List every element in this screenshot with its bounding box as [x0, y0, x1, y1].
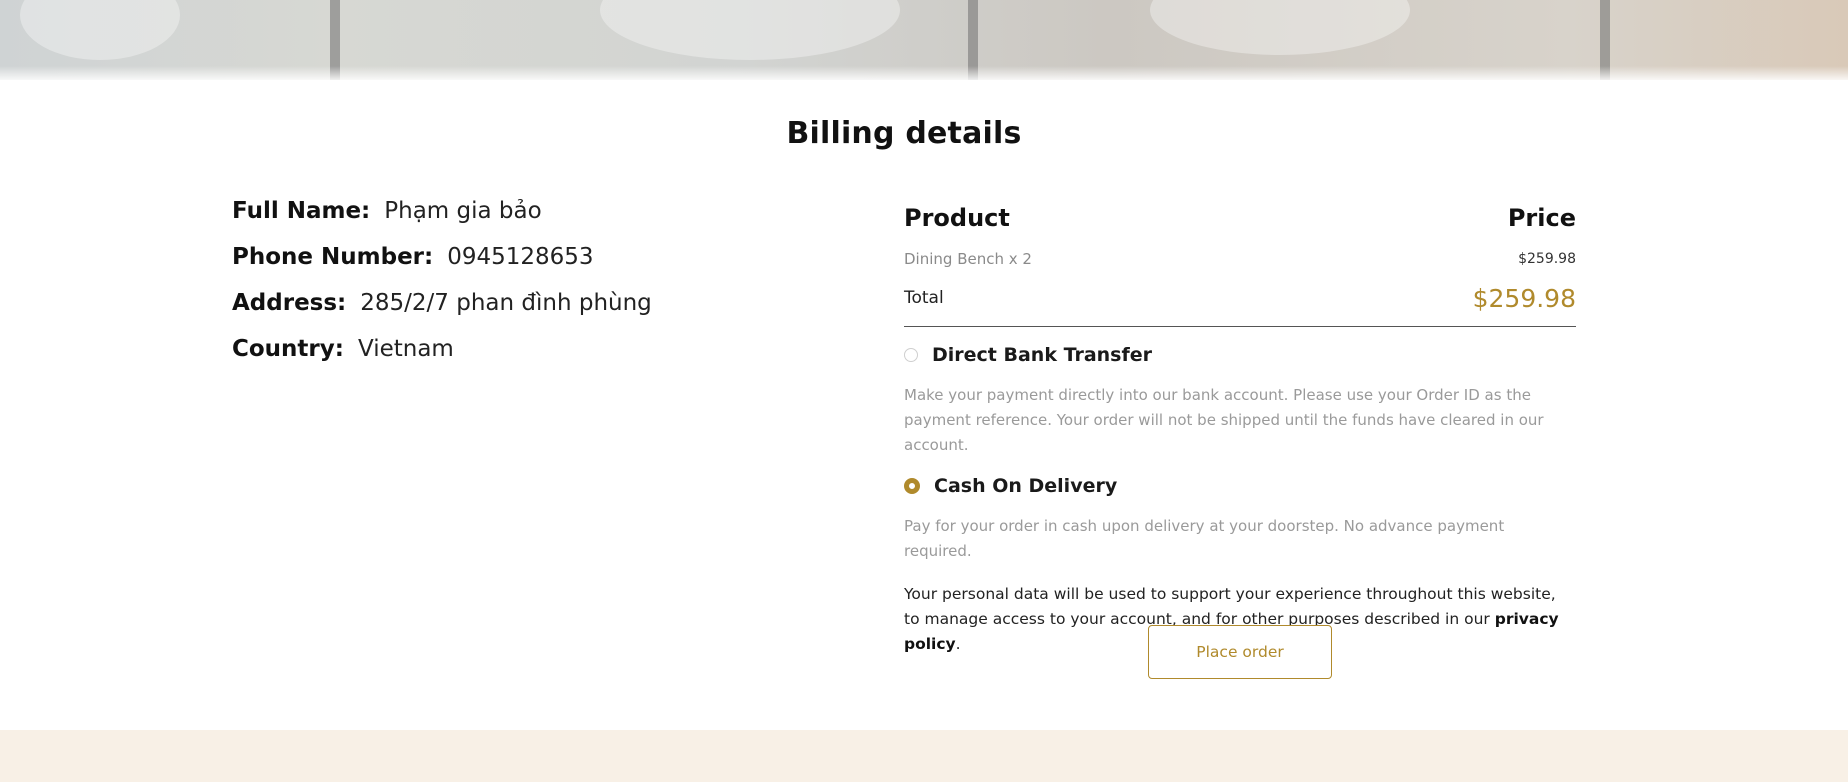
country-row: Country: Vietnam [232, 336, 832, 382]
full-name-label: Full Name: [232, 198, 371, 224]
order-item-row: Dining Bench x 2 $259.98 [904, 248, 1576, 270]
cash-on-delivery-radio[interactable] [904, 478, 920, 494]
page-title: Billing details [786, 116, 1022, 151]
product-column-header: Product [904, 204, 1010, 232]
order-total-row: Total $259.98 [904, 280, 1576, 327]
order-item-price: $259.98 [1518, 251, 1576, 267]
bank-transfer-label[interactable]: Direct Bank Transfer [932, 344, 1152, 366]
payment-option-bank-transfer[interactable]: Direct Bank Transfer [904, 341, 1576, 369]
privacy-notice-text: Your personal data will be used to suppo… [904, 585, 1556, 628]
price-column-header: Price [1507, 204, 1576, 232]
place-order-button[interactable]: Place order [1148, 625, 1332, 679]
order-item-name: Dining Bench x 2 [904, 250, 1032, 268]
phone-row: Phone Number: 0945128653 [232, 244, 832, 290]
order-summary: Product Price Dining Bench x 2 $259.98 T… [904, 200, 1576, 657]
address-row: Address: 285/2/7 phan đình phùng [232, 290, 832, 336]
payment-option-cash-on-delivery[interactable]: Cash On Delivery [904, 472, 1576, 500]
address-label: Address: [232, 290, 347, 316]
total-value: $259.98 [1472, 283, 1576, 313]
cash-on-delivery-description: Pay for your order in cash upon delivery… [904, 517, 1505, 560]
bank-transfer-description: Make your payment directly into our bank… [904, 386, 1544, 454]
privacy-notice-suffix: . [955, 635, 961, 653]
order-table-header: Product Price [904, 200, 1576, 236]
bank-transfer-radio[interactable] [904, 348, 918, 362]
address-value: 285/2/7 phan đình phùng [360, 290, 652, 316]
total-label: Total [904, 288, 944, 308]
billing-info: Full Name: Phạm gia bảo Phone Number: 09… [232, 198, 832, 382]
phone-label: Phone Number: [232, 244, 434, 270]
full-name-row: Full Name: Phạm gia bảo [232, 198, 832, 244]
country-value: Vietnam [357, 336, 454, 362]
phone-value: 0945128653 [447, 244, 594, 270]
country-label: Country: [232, 336, 344, 362]
footer-band [0, 730, 1848, 782]
hero-banner [0, 0, 1848, 80]
full-name-value: Phạm gia bảo [384, 198, 542, 224]
cash-on-delivery-label[interactable]: Cash On Delivery [934, 475, 1117, 497]
